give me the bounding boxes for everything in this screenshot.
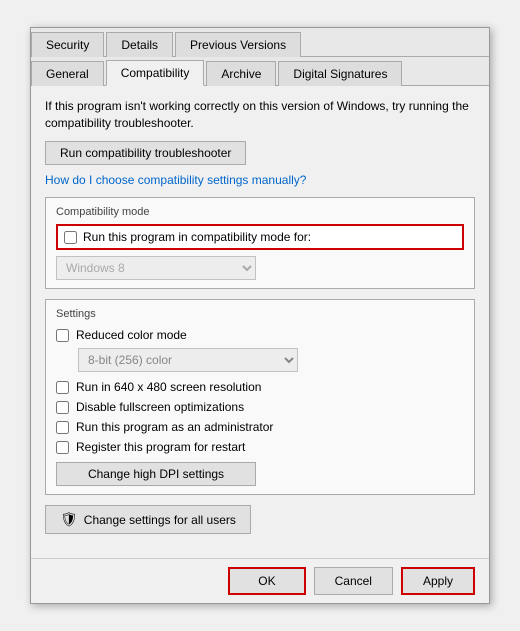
run-admin-checkbox[interactable]: [56, 421, 69, 434]
tabs-row1: Security Details Previous Versions: [31, 28, 489, 57]
compat-mode-label: Compatibility mode: [56, 206, 464, 218]
compat-mode-checkbox-label: Run this program in compatibility mode f…: [83, 230, 311, 244]
settings-label: Settings: [56, 308, 464, 320]
register-restart-checkbox[interactable]: [56, 441, 69, 454]
tabs-row2: General Compatibility Archive Digital Si…: [31, 57, 489, 86]
run-640-row: Run in 640 x 480 screen resolution: [56, 380, 464, 394]
compatibility-mode-section: Compatibility mode Run this program in c…: [45, 197, 475, 289]
tab-archive[interactable]: Archive: [206, 61, 276, 86]
change-all-users-label: Change settings for all users: [84, 513, 236, 527]
reduced-color-label: Reduced color mode: [76, 328, 187, 342]
compat-mode-row: Run this program in compatibility mode f…: [56, 224, 464, 250]
tab-details[interactable]: Details: [106, 32, 173, 57]
run-admin-label: Run this program as an administrator: [76, 420, 273, 434]
bottom-bar: OK Cancel Apply: [31, 558, 489, 603]
disable-fullscreen-checkbox[interactable]: [56, 401, 69, 414]
apply-button[interactable]: Apply: [401, 567, 475, 595]
run-admin-row: Run this program as an administrator: [56, 420, 464, 434]
disable-fullscreen-label: Disable fullscreen optimizations: [76, 400, 244, 414]
register-restart-label: Register this program for restart: [76, 440, 245, 454]
reduced-color-row: Reduced color mode: [56, 328, 464, 342]
disable-fullscreen-row: Disable fullscreen optimizations: [56, 400, 464, 414]
compat-mode-dropdown[interactable]: Windows 8 Windows 7 Windows Vista (SP2) …: [56, 256, 256, 280]
manual-settings-link[interactable]: How do I choose compatibility settings m…: [45, 173, 475, 187]
ok-button[interactable]: OK: [228, 567, 305, 595]
cancel-button[interactable]: Cancel: [314, 567, 393, 595]
change-dpi-button[interactable]: Change high DPI settings: [56, 462, 256, 486]
dialog: Security Details Previous Versions Gener…: [30, 27, 490, 605]
settings-section: Settings Reduced color mode 8-bit (256) …: [45, 299, 475, 495]
change-all-users-button[interactable]: 🛡 Change settings for all users: [45, 505, 251, 534]
shield-icon: 🛡: [60, 511, 78, 528]
color-mode-dropdown[interactable]: 8-bit (256) color 16-bit color: [78, 348, 298, 372]
compat-mode-checkbox[interactable]: [64, 231, 77, 244]
register-restart-row: Register this program for restart: [56, 440, 464, 454]
run-640-label: Run in 640 x 480 screen resolution: [76, 380, 261, 394]
run-troubleshooter-button[interactable]: Run compatibility troubleshooter: [45, 141, 246, 165]
tab-digital-signatures[interactable]: Digital Signatures: [278, 61, 402, 86]
tab-security[interactable]: Security: [31, 32, 104, 57]
description-text: If this program isn't working correctly …: [45, 98, 475, 132]
main-content: If this program isn't working correctly …: [31, 86, 489, 559]
tab-previous-versions[interactable]: Previous Versions: [175, 32, 301, 57]
reduced-color-checkbox[interactable]: [56, 329, 69, 342]
tab-compatibility[interactable]: Compatibility: [106, 60, 205, 86]
run-640-checkbox[interactable]: [56, 381, 69, 394]
tab-general[interactable]: General: [31, 61, 104, 86]
